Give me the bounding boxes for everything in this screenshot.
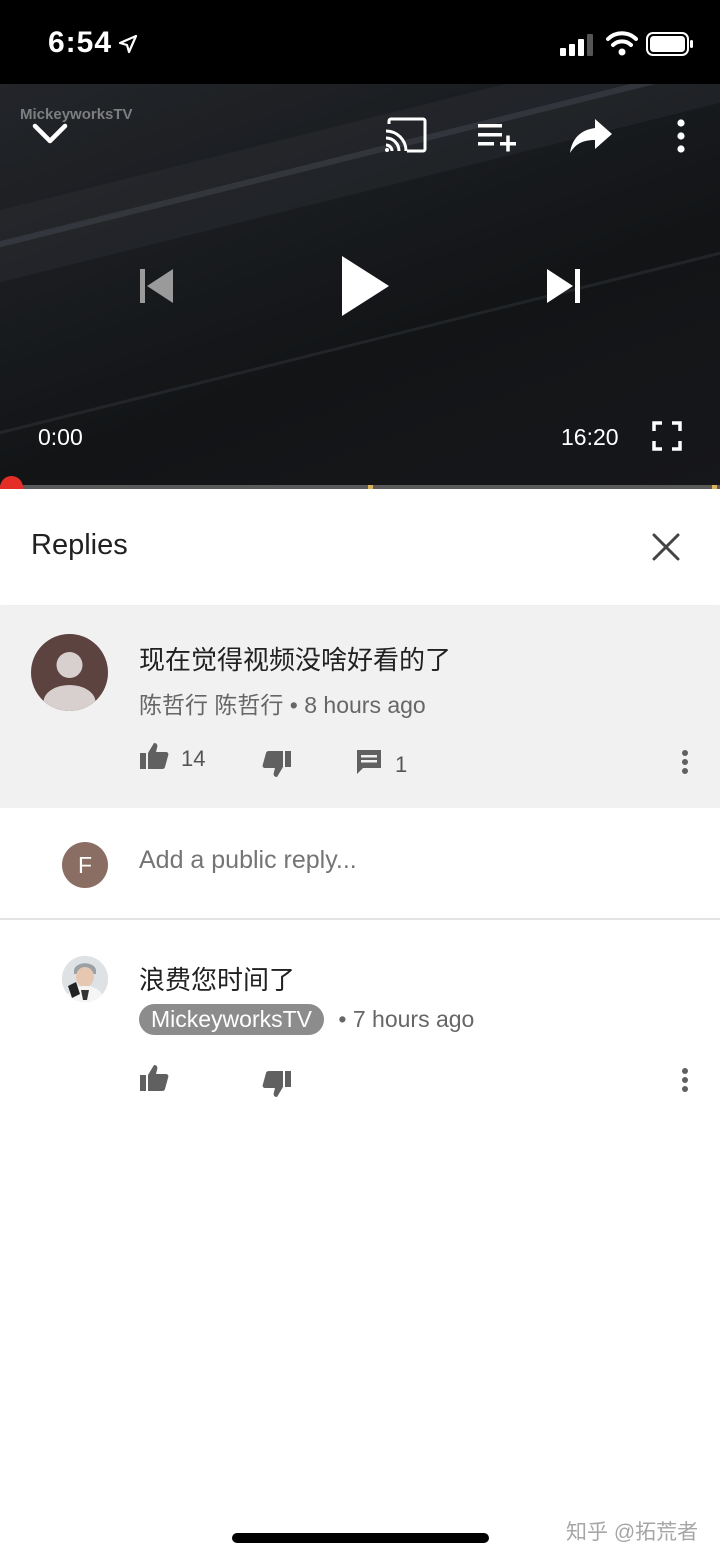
current-time: 0:00 (38, 424, 83, 450)
dislike-button[interactable] (262, 750, 292, 783)
share-icon[interactable] (566, 114, 616, 158)
comment-text: 现在觉得视频没啥好看的了 (139, 645, 452, 675)
play-icon[interactable] (330, 250, 400, 322)
status-time: 6:54 (48, 26, 113, 59)
chevron-down-icon[interactable] (28, 114, 72, 154)
avatar[interactable] (62, 956, 108, 1002)
thumb-down-icon (262, 750, 292, 783)
more-vert-icon[interactable] (666, 114, 696, 158)
avatar: F (62, 842, 108, 888)
parent-comment: 现在觉得视频没啥好看的了 陈哲行 陈哲行 • 8 hours ago 14 1 (0, 606, 720, 808)
corner-watermark: 知乎 @拓荒者 (566, 1521, 699, 1544)
like-count: 14 (181, 745, 206, 771)
reply-count-button[interactable]: 1 (355, 748, 407, 781)
thumb-up-icon (139, 742, 169, 775)
thumb-up-icon (139, 1064, 169, 1097)
status-bar: 6:54 (0, 0, 720, 84)
cast-icon[interactable] (382, 114, 428, 156)
thumb-down-icon (262, 1070, 292, 1103)
replies-title: Replies (31, 529, 128, 561)
wifi-icon (606, 30, 638, 61)
more-vert-icon[interactable] (670, 742, 700, 782)
location-arrow-icon (118, 34, 138, 59)
like-button[interactable]: 14 (139, 742, 205, 775)
reply-time: • 7 hours ago (338, 1006, 475, 1032)
video-player[interactable]: MickeyworksTV 0:00 16:20 (0, 84, 720, 488)
cellular-signal-icon (560, 34, 598, 61)
comment-time: • 8 hours ago (289, 692, 426, 718)
close-icon[interactable] (646, 527, 686, 567)
comment-icon (355, 748, 383, 781)
previous-icon[interactable] (132, 264, 180, 308)
reply-text: 浪费您时间了 (139, 965, 296, 995)
add-reply-bar: F (0, 808, 720, 920)
fullscreen-icon[interactable] (648, 416, 686, 456)
author-chip[interactable]: MickeyworksTV (139, 1004, 325, 1035)
replies-header: Replies (0, 489, 720, 605)
add-to-playlist-icon[interactable] (474, 116, 520, 156)
avatar[interactable] (31, 634, 108, 711)
dislike-button[interactable] (262, 1070, 292, 1103)
comment-author[interactable]: 陈哲行 陈哲行 (139, 692, 283, 718)
reply-input[interactable] (139, 846, 659, 875)
more-vert-icon[interactable] (670, 1060, 700, 1100)
reply-item: 浪费您时间了 MickeyworksTV • 7 hours ago (0, 920, 720, 1120)
home-indicator[interactable] (232, 1533, 489, 1543)
comment-meta: 陈哲行 陈哲行 • 8 hours ago (139, 686, 426, 720)
duration: 16:20 (561, 424, 619, 450)
battery-icon (646, 32, 694, 61)
next-icon[interactable] (540, 264, 588, 308)
like-button[interactable] (139, 1064, 169, 1097)
reply-meta: MickeyworksTV • 7 hours ago (139, 1004, 474, 1035)
reply-count: 1 (395, 751, 408, 777)
